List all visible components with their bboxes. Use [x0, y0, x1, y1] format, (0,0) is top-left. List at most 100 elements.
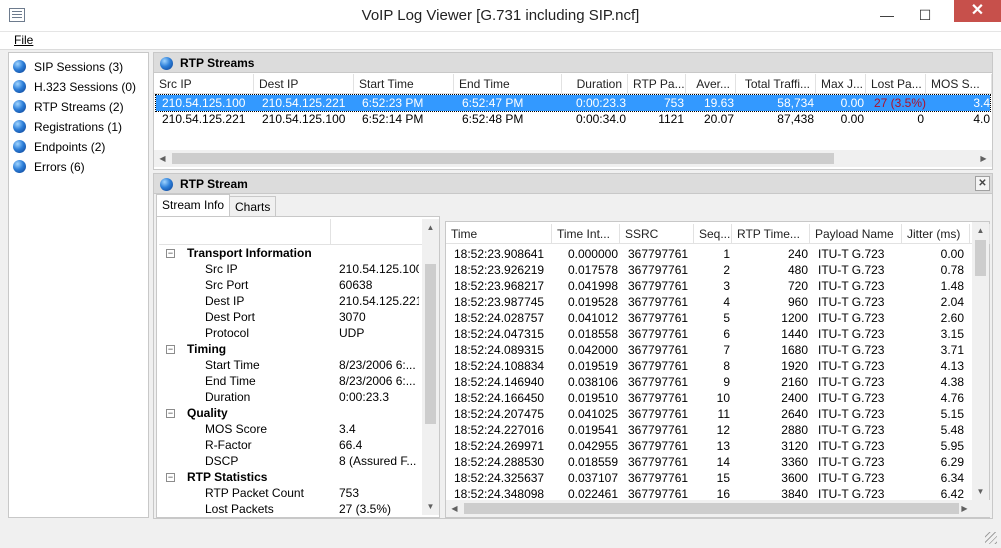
scroll-up-arrow-icon[interactable]: ▲ — [972, 222, 989, 239]
streams-column-header[interactable]: Dest IP — [254, 74, 354, 94]
packets-column-header[interactable]: RTP Time... — [732, 224, 810, 244]
packets-cell: ITU-T G.723 — [818, 279, 885, 293]
packets-table-row[interactable]: 18:52:24.325637 0.037107 367797761 15 3600 IT… — [448, 470, 970, 486]
property-value: 27 (3.5%) — [339, 502, 392, 516]
packets-hscrollbar[interactable]: ◀ ▶ — [446, 500, 973, 517]
maximize-button[interactable]: ☐ — [908, 1, 942, 29]
scroll-up-arrow-icon[interactable]: ▲ — [422, 219, 439, 236]
packets-table-row[interactable]: 18:52:24.269971 0.042955 367797761 13 3120 IT… — [448, 438, 970, 454]
streams-column-header[interactable]: RTP Pa... — [628, 74, 686, 94]
streams-column-header[interactable]: Lost Pa... — [866, 74, 926, 94]
nav-item-1[interactable]: H.323 Sessions (0) — [13, 77, 136, 97]
packets-cell: 0.041012 — [567, 311, 618, 325]
nav-item-3[interactable]: Registrations (1) — [13, 117, 122, 137]
property-grid-vscrollbar[interactable]: ▲ ▼ — [422, 219, 439, 515]
scroll-thumb[interactable] — [975, 240, 986, 276]
scroll-thumb[interactable] — [172, 153, 834, 164]
property-label: RTP Packet Count — [205, 486, 304, 500]
collapse-minus-icon[interactable]: − — [166, 473, 175, 482]
streams-column-header[interactable]: MOS S... — [926, 74, 992, 94]
collapse-minus-icon[interactable]: − — [166, 345, 175, 354]
scroll-thumb[interactable] — [425, 264, 436, 424]
scroll-right-arrow-icon[interactable]: ▶ — [975, 150, 992, 167]
streams-column-header[interactable]: End Time — [454, 74, 562, 94]
nav-item-0[interactable]: SIP Sessions (3) — [13, 57, 123, 77]
packets-cell: ITU-T G.723 — [818, 311, 885, 325]
packets-vscrollbar[interactable]: ▲ ▼ — [972, 222, 989, 500]
packets-table-row[interactable]: 18:52:24.108834 0.019519 367797761 8 1920 ITU… — [448, 358, 970, 374]
property-value: 210.54.125.100 — [339, 262, 419, 276]
scroll-down-arrow-icon[interactable]: ▼ — [972, 483, 989, 500]
streams-table-row[interactable]: 210.54.125.100 210.54.125.221 6:52:23 PM 6:… — [155, 94, 991, 112]
property-label: Dest IP — [205, 294, 245, 308]
rtp-streams-hscrollbar[interactable]: ◀ ▶ — [154, 150, 992, 167]
packets-cell: 18:52:23.968217 — [454, 279, 545, 293]
scroll-thumb[interactable] — [464, 503, 959, 514]
streams-column-header[interactable]: Total Traffi... — [736, 74, 816, 94]
collapse-minus-icon[interactable]: − — [166, 249, 175, 258]
streams-cell: 210.54.125.100 — [162, 96, 246, 110]
streams-table-row[interactable]: 210.54.125.221 210.54.125.100 6:52:14 PM 6:… — [156, 111, 990, 127]
packets-table-row[interactable]: 18:52:24.288530 0.018559 367797761 14 3360 IT… — [448, 454, 970, 470]
packets-cell: ITU-T G.723 — [818, 359, 885, 373]
scroll-down-arrow-icon[interactable]: ▼ — [422, 498, 439, 515]
resize-grip[interactable] — [985, 532, 997, 544]
packets-column-header[interactable]: Seq... — [694, 224, 732, 244]
nav-item-label: Endpoints (2) — [34, 140, 106, 154]
packets-column-header[interactable]: Payload Name — [810, 224, 902, 244]
packets-cell: 1 — [723, 247, 730, 261]
navigation-tree[interactable]: SIP Sessions (3) H.323 Sessions (0) RTP St… — [8, 52, 149, 518]
packets-table-row[interactable]: 18:52:23.908641 0.000000 367797761 1 240 ITU-… — [448, 246, 970, 262]
minimize-button[interactable]: — — [870, 1, 904, 29]
packets-cell: ITU-T G.723 — [818, 375, 885, 389]
tab-stream-info[interactable]: Stream Info — [156, 194, 231, 217]
streams-column-header[interactable]: Src IP — [154, 74, 254, 94]
packets-cell: 0.041998 — [567, 279, 618, 293]
packets-cell: 3.15 — [940, 327, 964, 341]
streams-column-header[interactable]: Max J... — [816, 74, 866, 94]
property-value: 66.4 — [339, 438, 363, 452]
nav-item-5[interactable]: Errors (6) — [13, 157, 85, 177]
packets-cell: ITU-T G.723 — [818, 423, 885, 437]
packets-table-row[interactable]: 18:52:24.227016 0.019541 367797761 12 2880 IT… — [448, 422, 970, 438]
packets-cell: ITU-T G.723 — [818, 455, 885, 469]
packets-cell: 367797761 — [628, 279, 689, 293]
packets-table-row[interactable]: 18:52:24.089315 0.042000 367797761 7 1680 ITU… — [448, 342, 970, 358]
packets-column-header[interactable]: Jitter (ms) — [902, 224, 970, 244]
packets-table-row[interactable]: 18:52:24.207475 0.041025 367797761 11 2640 IT… — [448, 406, 970, 422]
nav-item-4[interactable]: Endpoints (2) — [13, 137, 105, 157]
tab-charts[interactable]: Charts — [229, 196, 277, 217]
collapse-minus-icon[interactable]: − — [166, 409, 175, 418]
packets-table-row[interactable]: 18:52:23.926219 0.017578 367797761 2 480 ITU-… — [448, 262, 970, 278]
packets-column-header[interactable]: Time Int... — [552, 224, 620, 244]
streams-column-header[interactable]: Duration — [562, 74, 628, 94]
menu-file[interactable]: File — [14, 33, 33, 47]
packets-table-row[interactable]: 18:52:24.166450 0.019510 367797761 10 2400 IT… — [448, 390, 970, 406]
packets-cell: ITU-T G.723 — [818, 343, 885, 357]
packets-table-row[interactable]: 18:52:23.968217 0.041998 367797761 3 720 ITU-… — [448, 278, 970, 294]
scroll-left-arrow-icon[interactable]: ◀ — [154, 150, 171, 167]
packets-cell: 18:52:23.926219 — [454, 263, 545, 277]
close-button[interactable]: ✕ — [954, 0, 1001, 22]
packets-table-row[interactable]: 18:52:24.047315 0.018558 367797761 6 1440 ITU… — [448, 326, 970, 342]
packets-table-row[interactable]: 18:52:24.028757 0.041012 367797761 5 1200 ITU… — [448, 310, 970, 326]
packets-cell: 4 — [723, 295, 730, 309]
scroll-right-arrow-icon[interactable]: ▶ — [956, 500, 973, 517]
streams-cell: 3.4 — [973, 96, 990, 110]
panel-close-icon[interactable]: ✕ — [975, 176, 990, 191]
blue-ball-icon — [13, 140, 26, 153]
property-label: Lost Packets — [205, 502, 274, 516]
streams-cell: 27 (3.5%) — [874, 96, 927, 110]
nav-item-2[interactable]: RTP Streams (2) — [13, 97, 124, 117]
packets-column-header[interactable]: Time — [446, 224, 552, 244]
packets-table-row[interactable]: 18:52:23.987745 0.019528 367797761 4 960 ITU-… — [448, 294, 970, 310]
scroll-left-arrow-icon[interactable]: ◀ — [446, 500, 463, 517]
streams-column-header[interactable]: Start Time — [354, 74, 454, 94]
packets-cell: 3600 — [781, 471, 808, 485]
packets-cell: 18:52:24.269971 — [454, 439, 545, 453]
packets-table-row[interactable]: 18:52:24.146940 0.038106 367797761 9 2160 ITU… — [448, 374, 970, 390]
packets-column-header[interactable]: SSRC — [620, 224, 694, 244]
streams-cell: 210.54.125.221 — [162, 112, 246, 126]
streams-column-header[interactable]: Aver... — [686, 74, 736, 94]
property-value: 210.54.125.221 — [339, 294, 419, 308]
